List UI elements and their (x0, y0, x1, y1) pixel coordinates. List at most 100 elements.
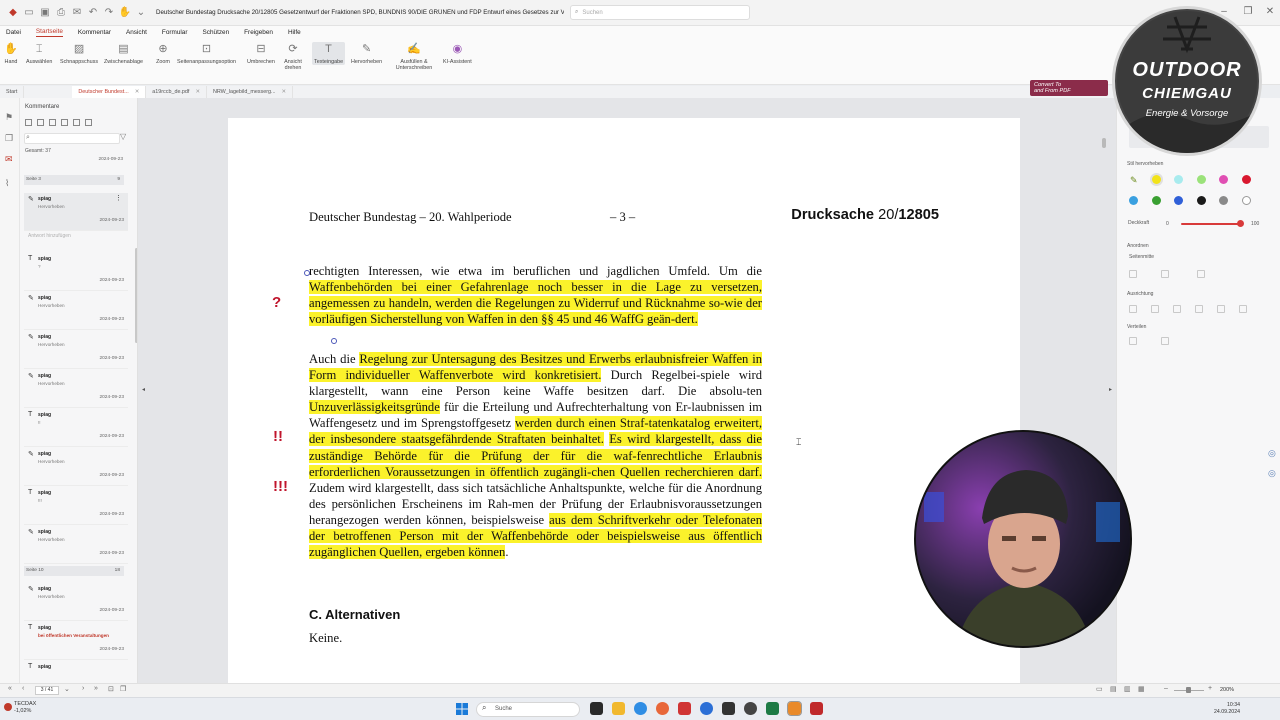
highlighted-text[interactable]: Waffenbehörden bei einer Gefahrenlage no… (309, 280, 762, 327)
filter-type-icon[interactable] (49, 119, 56, 126)
paragraph-1[interactable]: rechtigten Interessen, wie etwa im beruf… (309, 263, 762, 327)
reflow-button[interactable]: ⊟ Umbrechen (247, 42, 275, 65)
highlight-button[interactable]: ✎ Hervorheben (351, 42, 382, 65)
single-page-view-icon[interactable]: ▭ (1096, 685, 1103, 693)
comment-mark-double[interactable]: !! (273, 428, 283, 445)
body-text[interactable]: . (505, 545, 508, 559)
menu-datei[interactable]: Datei (6, 29, 21, 36)
align-left-icon[interactable] (1129, 305, 1137, 313)
taskbar-search[interactable]: Suche (476, 702, 580, 717)
hand-tool-button[interactable]: ✋ Hand (4, 42, 18, 65)
tab-a19rccb[interactable]: a19rccb_de.pdf ✕ (146, 86, 207, 98)
bookmark-icon[interactable]: ⚑ (5, 112, 15, 122)
filter-icon[interactable]: ▽ (120, 132, 126, 141)
document-scrollbar[interactable] (1102, 138, 1106, 148)
align-middle-icon[interactable] (1217, 305, 1225, 313)
comment-item[interactable]: ✎ spiag Hervorheben 2024-09-23 (24, 526, 128, 564)
close-tab-icon[interactable]: ✕ (135, 89, 140, 95)
collapse-panel-icon[interactable]: ◂ (142, 386, 145, 393)
ai-assistant-button[interactable]: ◉ KI-Assistent (443, 42, 472, 65)
print-icon[interactable]: ⎙ (54, 6, 68, 20)
close-tab-icon[interactable]: ✕ (282, 89, 287, 95)
zoom-slider-handle[interactable] (1186, 687, 1191, 693)
tab-nrw-lagebild[interactable]: NRW_lagebild_messerg... ✕ (207, 86, 294, 98)
center-both-icon[interactable] (1197, 270, 1205, 278)
sort-icon[interactable] (73, 119, 80, 126)
color-swatch[interactable] (1129, 196, 1138, 205)
comment-mark-question[interactable]: ? (272, 294, 281, 311)
email-icon[interactable]: ✉ (70, 6, 84, 20)
collapse-all-icon[interactable] (37, 119, 44, 126)
side-translate-icon[interactable]: ◎ (1268, 468, 1276, 479)
fit-width-icon[interactable]: ⊡ (108, 685, 114, 693)
search-input[interactable]: ⌕ Suchen (570, 5, 750, 20)
windows-start-icon[interactable] (456, 703, 468, 715)
selection-handle-start[interactable] (304, 270, 310, 276)
attachment-icon[interactable]: ⌇ (5, 178, 15, 188)
redo-icon[interactable]: ↷ (102, 6, 116, 20)
color-swatch[interactable] (1196, 175, 1206, 184)
chrome-icon[interactable] (634, 702, 647, 715)
close-window-icon[interactable]: ✕ (1264, 6, 1276, 18)
undo-icon[interactable]: ↶ (86, 6, 100, 20)
comment-item[interactable]: ✎ spiag Hervorheben 2024-09-23 (24, 448, 128, 486)
edge-icon[interactable] (700, 702, 713, 715)
comment-mark-triple[interactable]: !!! (273, 478, 288, 495)
menu-kommentar[interactable]: Kommentar (78, 29, 111, 36)
highlighted-text[interactable]: Unzuverlässigkeitsgründe (309, 400, 440, 415)
distribute-vertical-icon[interactable] (1161, 337, 1169, 345)
task-view-icon[interactable] (590, 702, 603, 715)
comment-item[interactable]: T spiag (24, 661, 128, 683)
app-x-icon[interactable] (810, 702, 823, 715)
color-swatch[interactable] (1174, 175, 1183, 184)
menu-schuetzen[interactable]: Schützen (203, 29, 230, 36)
select-tool-button[interactable]: ⌶ Auswählen (26, 42, 52, 65)
body-text[interactable]: Auch die (309, 352, 359, 366)
expand-right-panel-icon[interactable]: ▸ (1109, 386, 1112, 393)
comment-item[interactable]: ✎ spiag Hervorheben ⋮ 2024-09-23 (24, 193, 128, 231)
save-icon[interactable]: ▣ (38, 6, 52, 20)
zoom-out-icon[interactable]: – (1164, 685, 1168, 692)
opacity-slider[interactable] (1181, 223, 1239, 225)
color-swatch[interactable] (1174, 196, 1183, 205)
grid-view-icon[interactable]: ▦ (1138, 685, 1145, 693)
opacity-slider-handle[interactable] (1237, 220, 1244, 227)
system-tray[interactable] (1140, 704, 1200, 714)
media-icon[interactable] (744, 702, 757, 715)
menu-ansicht[interactable]: Ansicht (126, 29, 147, 36)
side-assistant-icon[interactable]: ◎ (1268, 448, 1276, 459)
firefox-icon[interactable] (656, 702, 669, 715)
comment-search-input[interactable] (24, 133, 120, 144)
snapshot-button[interactable]: ▨ Schnappschuss (60, 42, 98, 65)
color-swatch[interactable] (1151, 196, 1161, 205)
center-horizontal-icon[interactable] (1129, 270, 1137, 278)
menu-freigeben[interactable]: Freigeben (244, 29, 273, 36)
first-page-icon[interactable]: « (8, 685, 12, 692)
comment-item[interactable]: ✎ spiag Hervorheben 2024-09-23 (24, 331, 128, 369)
zoom-button[interactable]: ⊕ Zoom (156, 42, 170, 65)
comment-item[interactable]: ✎ spiag Hervorheben 2024-09-23 (24, 292, 128, 330)
align-top-icon[interactable] (1195, 305, 1203, 313)
align-bottom-icon[interactable] (1239, 305, 1247, 313)
close-tab-icon[interactable]: ✕ (195, 89, 200, 95)
selection-handle-end[interactable] (331, 338, 337, 344)
more-options-icon[interactable]: ⋮ (115, 194, 122, 202)
align-center-icon[interactable] (1151, 305, 1159, 313)
prev-page-icon[interactable]: ‹ (22, 685, 24, 692)
color-swatch[interactable] (1219, 196, 1228, 205)
terminal-icon[interactable] (722, 702, 735, 715)
color-swatch[interactable] (1151, 175, 1161, 184)
zoom-in-icon[interactable]: + (1208, 685, 1212, 692)
fill-sign-button[interactable]: ✍ Ausfüllen & Unterschreiben (394, 42, 434, 71)
reply-input[interactable]: Antwort hinzufügen (28, 233, 71, 239)
paragraph-2[interactable]: Auch die Regelung zur Untersagung des Be… (309, 351, 763, 560)
comment-item[interactable]: T spiag ? 2024-09-23 (24, 253, 128, 291)
zoom-level[interactable]: 200% (1220, 687, 1234, 693)
align-right-icon[interactable] (1173, 305, 1181, 313)
center-vertical-icon[interactable] (1161, 270, 1169, 278)
open-file-icon[interactable]: ▭ (22, 6, 36, 20)
customize-dropdown-icon[interactable]: ⌄ (134, 6, 148, 20)
color-swatch[interactable] (1241, 196, 1251, 205)
fit-page-button[interactable]: ⊡ Seitenanpassungsoption (177, 42, 236, 65)
pdf-editor-icon[interactable] (787, 701, 802, 716)
